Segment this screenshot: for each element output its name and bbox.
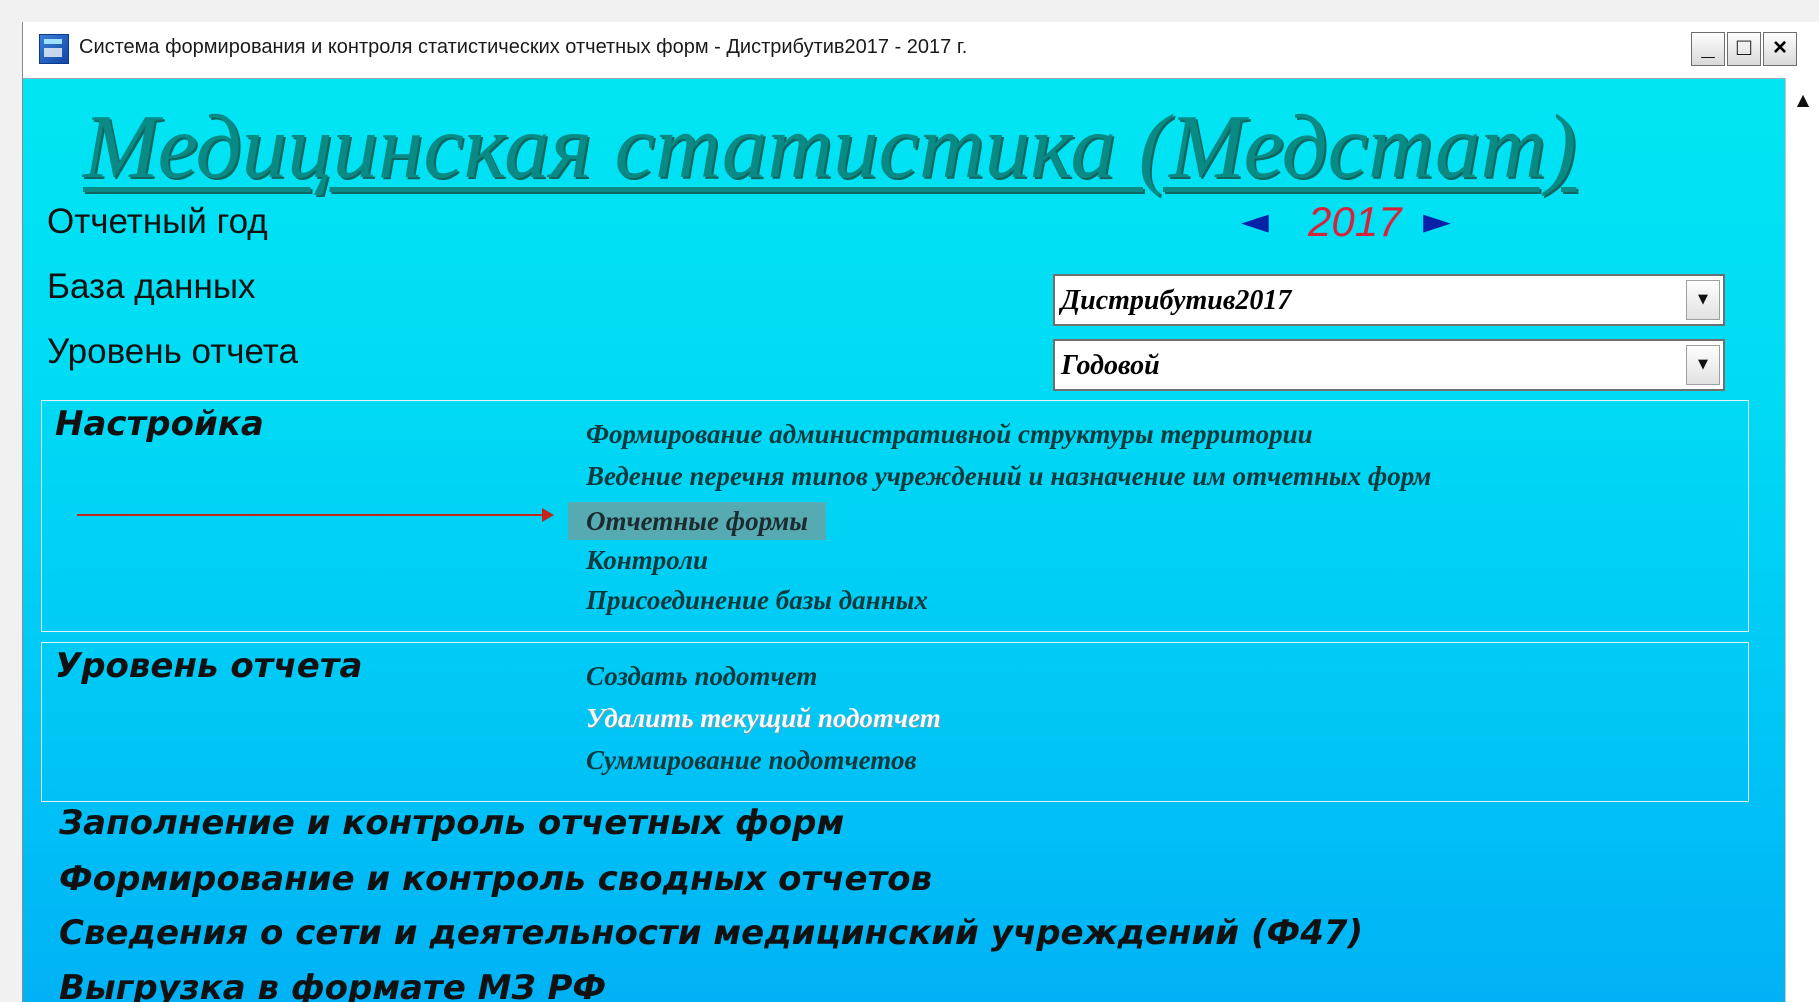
reporting-year-label: Отчетный год xyxy=(47,202,268,241)
dropdown-arrow-icon[interactable]: ▼ xyxy=(1686,345,1720,385)
vertical-scrollbar[interactable]: ▲ xyxy=(1785,78,1819,1002)
previous-year-icon[interactable]: ◄ xyxy=(1235,202,1275,242)
app-icon xyxy=(39,34,69,64)
window-title: Система формирования и контроля статисти… xyxy=(79,36,968,58)
controls-link[interactable]: Контроли xyxy=(586,545,708,576)
annotation-arrow-icon xyxy=(542,508,554,522)
report-forms-link[interactable]: Отчетные формы xyxy=(568,502,826,540)
network-info-link[interactable]: Сведения о сети и деятельности медицинск… xyxy=(59,913,1363,953)
window-titlebar[interactable]: Система формирования и контроля статисти… xyxy=(23,22,1819,79)
create-subreport-link[interactable]: Создать подотчет xyxy=(586,661,817,692)
delete-subreport-link[interactable]: Удалить текущий подотчет xyxy=(586,703,941,734)
admin-structure-link[interactable]: Формирование административной структуры … xyxy=(586,419,1313,450)
summary-reports-link[interactable]: Формирование и контроль сводных отчетов xyxy=(59,859,932,899)
sum-subreports-link[interactable]: Суммирование подотчетов xyxy=(586,745,917,776)
database-select[interactable]: Дистрибутив2017 ▼ xyxy=(1053,274,1725,326)
institution-types-link[interactable]: Ведение перечня типов учреждений и назна… xyxy=(586,461,1431,492)
database-label: База данных xyxy=(47,267,256,306)
dropdown-arrow-icon[interactable]: ▼ xyxy=(1686,280,1720,320)
database-select-value: Дистрибутив2017 xyxy=(1061,285,1292,316)
reporting-year-value: 2017 xyxy=(1308,198,1402,245)
report-level-heading: Уровень отчета xyxy=(55,646,363,686)
annotation-arrow-line xyxy=(77,514,547,516)
minimize-button[interactable]: _ xyxy=(1691,32,1725,66)
maximize-button[interactable]: □ xyxy=(1727,32,1761,66)
export-mz-link[interactable]: Выгрузка в формате МЗ РФ xyxy=(59,968,606,1002)
report-level-label: Уровень отчета xyxy=(47,332,298,371)
settings-heading: Настройка xyxy=(55,404,264,444)
attach-database-link[interactable]: Присоединение базы данных xyxy=(586,585,928,616)
close-button[interactable]: × xyxy=(1763,32,1797,66)
next-year-icon[interactable]: ► xyxy=(1417,202,1457,242)
report-level-select[interactable]: Годовой ▼ xyxy=(1053,339,1725,391)
scroll-up-icon[interactable]: ▲ xyxy=(1791,88,1815,112)
report-level-select-value: Годовой xyxy=(1061,350,1160,381)
app-window: Система формирования и контроля статисти… xyxy=(22,22,1819,1002)
fill-forms-link[interactable]: Заполнение и контроль отчетных форм xyxy=(59,803,844,843)
page-title: Медицинская статистика (Медстат) xyxy=(83,96,1577,197)
